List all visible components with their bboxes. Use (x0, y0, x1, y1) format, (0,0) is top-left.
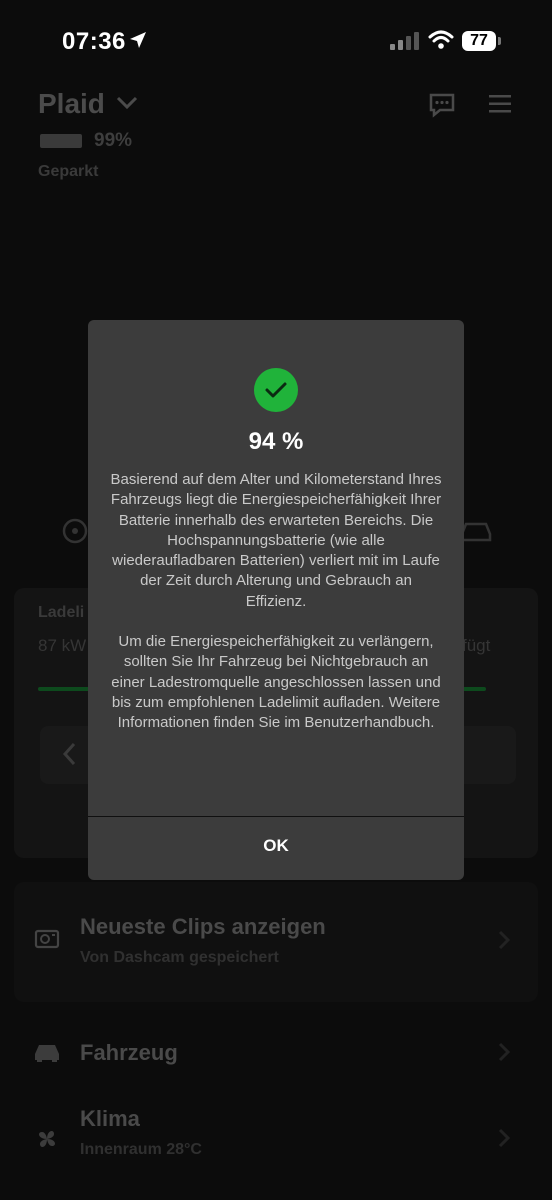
vehicle-state: Geparkt (38, 163, 99, 180)
dialog-body: Basierend auf dem Alter und Kilometersta… (108, 470, 444, 734)
charging-title: Ladeli (38, 604, 85, 621)
battery-health-dialog: 94 % Basierend auf dem Alter und Kilomet… (88, 320, 464, 880)
car-icon (35, 1045, 59, 1062)
next-button[interactable] (456, 726, 516, 784)
battery-bar (40, 134, 82, 148)
camera-icon (34, 929, 60, 949)
menu-item-climate[interactable]: Klima (80, 1106, 140, 1132)
chevron-down-icon[interactable] (116, 96, 138, 110)
chat-icon[interactable] (428, 92, 456, 118)
car-name[interactable]: Plaid (38, 88, 105, 120)
dashcam-clips-card[interactable] (14, 882, 538, 1002)
clips-subtitle: Von Dashcam gespeichert (80, 949, 279, 966)
chevron-right-icon (498, 930, 510, 950)
menu-icon[interactable] (488, 94, 512, 114)
ok-button[interactable]: OK (88, 817, 464, 880)
charging-added: fügt (462, 636, 491, 655)
chevron-right-icon (498, 1042, 510, 1062)
checkmark-icon (265, 382, 287, 398)
battery-percent: 99% (94, 130, 133, 151)
dialog-paragraph-2: Um die Energiespeicherfähigkeit zu verlä… (111, 633, 441, 732)
fan-icon (39, 1131, 55, 1147)
climate-subtitle: Innenraum 28°C (80, 1141, 202, 1158)
chevron-right-icon (498, 1128, 510, 1148)
chevron-left-icon (62, 742, 76, 766)
clips-title: Neueste Clips anzeigen (80, 914, 326, 939)
menu-item-vehicle[interactable]: Fahrzeug (80, 1040, 178, 1066)
charging-energy: 87 kW (38, 636, 87, 655)
fan-icon[interactable] (60, 516, 90, 546)
dialog-paragraph-1: Basierend auf dem Alter und Kilometersta… (110, 471, 442, 610)
capacity-percent: 94 % (248, 428, 304, 455)
